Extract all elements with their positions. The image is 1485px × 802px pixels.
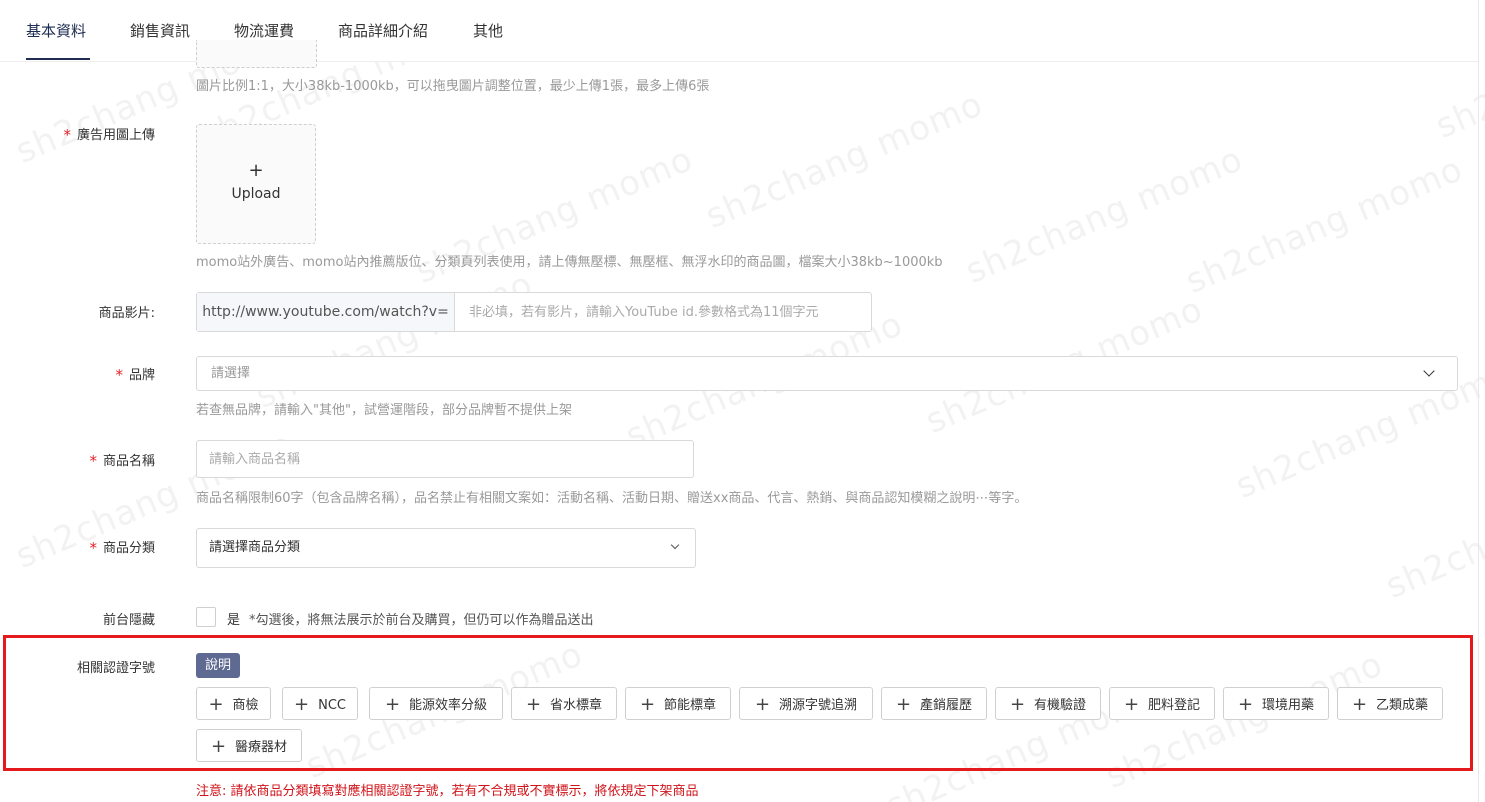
- plus-icon: +: [294, 694, 310, 715]
- cert-button-label: 產銷履歷: [920, 698, 973, 713]
- upload-label: Upload: [231, 186, 281, 202]
- category-label-text: 商品分類: [102, 541, 155, 556]
- add-cert-class-b-drug-button[interactable]: + 乙類成藥: [1337, 687, 1443, 720]
- cert-button-label: 溯源字號追溯: [779, 698, 858, 713]
- add-cert-water-saving-button[interactable]: + 省水標章: [511, 687, 617, 720]
- product-image-hint: 圖片比例1:1，大小38kb-1000kb，可以拖曳圖片調整位置，最少上傳1張，…: [196, 79, 710, 94]
- frontend-hidden-option-label: 是: [227, 613, 241, 628]
- plus-icon: +: [384, 694, 401, 715]
- plus-icon: +: [1237, 694, 1254, 715]
- product-name-label: * 商品名稱: [40, 450, 155, 470]
- cert-button-label: 能源效率分級: [409, 698, 488, 713]
- watermark-text: sh2chang momo: [1380, 454, 1485, 607]
- category-label: * 商品分類: [40, 537, 155, 557]
- add-cert-commodity-inspection-button[interactable]: + 商檢: [196, 687, 271, 720]
- plus-icon: +: [895, 694, 912, 715]
- cert-button-label: 省水標章: [550, 698, 603, 713]
- certification-label: 相關認證字號: [76, 661, 155, 676]
- add-cert-medical-device-button[interactable]: + 醫療器材: [196, 729, 302, 762]
- product-name-hint: 商品名稱限制60字（包含品牌名稱），品名禁止有相關文案如：活動名稱、活動日期、贈…: [196, 491, 1028, 506]
- frontend-hidden-label: 前台隱藏: [102, 613, 155, 628]
- video-id-input[interactable]: [455, 293, 879, 331]
- cert-button-label: NCC: [318, 698, 346, 713]
- plus-icon: +: [754, 694, 771, 715]
- plus-icon: +: [525, 694, 542, 715]
- add-cert-fertilizer-button[interactable]: + 肥料登記: [1109, 687, 1215, 720]
- frontend-hidden-note: *勾選後，將無法展示於前台及購買，但仍可以作為贈品送出: [249, 613, 594, 628]
- tab-sales-info[interactable]: 銷售資訊: [130, 20, 190, 41]
- brand-label: * 品牌: [40, 364, 155, 384]
- chevron-down-icon: [1423, 365, 1435, 377]
- cert-button-label: 醫療器材: [235, 740, 288, 755]
- brand-select[interactable]: 請選擇: [196, 356, 1458, 391]
- add-cert-environmental-pesticide-button[interactable]: + 環境用藥: [1223, 687, 1329, 720]
- add-cert-traceability-button[interactable]: + 溯源字號追溯: [739, 687, 873, 720]
- watermark-text: sh2chang momo: [960, 139, 1249, 292]
- cert-button-label: 有機驗證: [1034, 698, 1087, 713]
- brand-select-placeholder: 請選擇: [211, 366, 251, 381]
- add-cert-energy-efficiency-button[interactable]: + 能源效率分級: [369, 687, 503, 720]
- certification-info-badge[interactable]: 說明: [196, 653, 240, 678]
- product-name-label-text: 商品名稱: [102, 454, 155, 469]
- tab-shipping-fee[interactable]: 物流運費: [234, 20, 294, 41]
- add-cert-ncc-button[interactable]: + NCC: [282, 687, 358, 720]
- add-cert-energy-saving-button[interactable]: + 節能標章: [625, 687, 731, 720]
- product-form-page: sh2chang momo sh2chang momo sh2chang momo s…: [0, 0, 1485, 802]
- chevron-down-icon: [670, 540, 680, 550]
- add-cert-organic-button[interactable]: + 有機驗證: [995, 687, 1101, 720]
- video-url-prefix: http://www.youtube.com/watch?v=: [197, 293, 455, 331]
- plus-icon: +: [639, 694, 656, 715]
- ad-image-hint: momo站外廣告、momo站內推薦版位、分類頁列表使用，請上傳無壓標、無壓框、無…: [196, 255, 943, 270]
- ad-image-label-text: 廣告用圖上傳: [76, 128, 155, 143]
- watermark-text: sh2chang momo: [700, 84, 989, 237]
- tab-basic-info[interactable]: 基本資料: [26, 20, 86, 41]
- panel-right-border: [1478, 0, 1479, 802]
- cert-button-label: 肥料登記: [1148, 698, 1201, 713]
- tab-other[interactable]: 其他: [473, 20, 503, 41]
- brand-hint: 若查無品牌，請輸入"其他"，試營運階段，部分品牌暫不提供上架: [196, 403, 572, 418]
- cert-button-label: 環境用藥: [1262, 698, 1315, 713]
- certification-warning: 注意: 請依商品分類填寫對應相關認證字號，若有不合規或不實標示，將依規定下架商品: [196, 784, 699, 799]
- brand-label-text: 品牌: [128, 368, 155, 383]
- plus-icon: +: [208, 694, 224, 715]
- cert-button-label: 商檢: [232, 698, 259, 713]
- required-mark: *: [63, 126, 71, 144]
- cert-button-label: 節能標章: [664, 698, 717, 713]
- plus-icon: +: [210, 736, 227, 757]
- cert-button-label: 乙類成藥: [1376, 698, 1429, 713]
- ad-image-label: * 廣告用圖上傳: [40, 124, 155, 144]
- required-mark: *: [89, 452, 97, 470]
- frontend-hidden-checkbox[interactable]: [196, 607, 216, 627]
- ad-image-upload-button[interactable]: + Upload: [196, 124, 316, 244]
- watermark-text: sh2chang momo: [250, 264, 539, 417]
- active-tab-indicator: [26, 58, 90, 60]
- plus-icon: +: [1009, 694, 1026, 715]
- category-select[interactable]: 請選擇商品分類: [196, 528, 696, 568]
- video-label: 商品影片:: [98, 306, 155, 321]
- watermark-text: sh2chang momo: [1180, 149, 1469, 302]
- required-mark: *: [115, 366, 123, 384]
- plus-icon: +: [1123, 694, 1140, 715]
- tab-product-detail[interactable]: 商品詳細介紹: [338, 20, 428, 41]
- required-mark: *: [89, 539, 97, 557]
- product-image-upload-edge[interactable]: [196, 40, 317, 68]
- video-url-group: http://www.youtube.com/watch?v=: [196, 292, 879, 332]
- add-cert-production-history-button[interactable]: + 產銷履歷: [881, 687, 987, 720]
- plus-icon: +: [1351, 694, 1368, 715]
- product-name-input[interactable]: [196, 440, 694, 478]
- plus-icon: +: [248, 160, 264, 181]
- category-select-placeholder: 請選擇商品分類: [209, 540, 301, 555]
